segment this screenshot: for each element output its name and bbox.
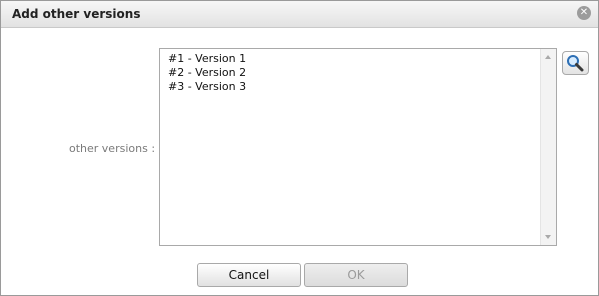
dialog-titlebar: Add other versions ✕ <box>1 1 598 28</box>
magnifier-icon <box>567 55 584 72</box>
ok-button[interactable]: OK <box>304 263 408 287</box>
list-item[interactable]: #2 - Version 2 <box>168 66 246 80</box>
listbox-scrollbar[interactable] <box>540 49 556 245</box>
list-item[interactable]: #1 - Version 1 <box>168 52 246 66</box>
other-versions-listbox[interactable]: #1 - Version 1 #2 - Version 2 #3 - Versi… <box>159 48 557 246</box>
list-item[interactable]: #3 - Version 3 <box>168 80 246 94</box>
scroll-down-arrow-icon[interactable] <box>545 235 551 239</box>
scroll-up-arrow-icon[interactable] <box>545 55 551 59</box>
add-versions-dialog: Add other versions ✕ other versions : #1… <box>0 0 599 296</box>
cancel-button[interactable]: Cancel <box>197 263 301 287</box>
other-versions-label: other versions : <box>69 142 156 155</box>
dialog-title: Add other versions <box>12 7 141 21</box>
search-button[interactable] <box>562 51 589 75</box>
listbox-items: #1 - Version 1 #2 - Version 2 #3 - Versi… <box>168 52 246 94</box>
close-icon[interactable]: ✕ <box>577 6 591 20</box>
